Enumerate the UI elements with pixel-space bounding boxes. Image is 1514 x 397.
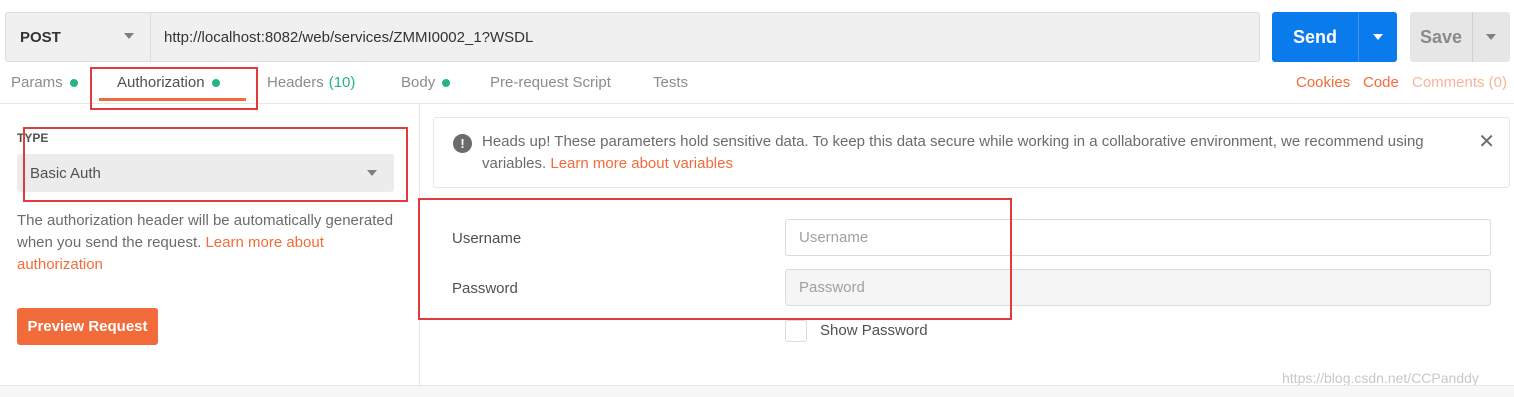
watermark-text: https://blog.csdn.net/CCPanddy — [1282, 370, 1479, 386]
show-password-label: Show Password — [820, 322, 928, 339]
comments-link[interactable]: Comments (0) — [1412, 74, 1507, 91]
tab-label: Body — [401, 74, 436, 91]
tab-label: Params — [11, 74, 63, 91]
tab-tests[interactable]: Tests — [653, 74, 688, 91]
tab-label: Tests — [653, 74, 689, 91]
chevron-down-icon — [1486, 34, 1496, 40]
annotation-box-credentials — [418, 198, 1012, 320]
auth-description: The authorization header will be automat… — [17, 210, 397, 276]
tab-params[interactable]: Params — [11, 74, 78, 91]
method-select[interactable]: POST — [5, 12, 151, 62]
status-dot-icon — [442, 78, 451, 87]
save-button[interactable]: Save — [1410, 12, 1472, 62]
bottom-bar — [0, 385, 1514, 397]
exclamation-icon: ! — [453, 134, 472, 153]
tab-body[interactable]: Body — [401, 74, 451, 91]
chevron-down-icon — [1373, 34, 1383, 40]
sensitive-data-alert: ! Heads up! These parameters hold sensit… — [433, 117, 1510, 188]
url-input[interactable]: http://localhost:8082/web/services/ZMMI0… — [150, 12, 1260, 62]
preview-request-button[interactable]: Preview Request — [17, 308, 158, 345]
annotation-box-auth-type — [23, 127, 408, 202]
cookies-link[interactable]: Cookies — [1296, 74, 1350, 91]
save-dropdown-button[interactable] — [1472, 12, 1510, 62]
send-dropdown-button[interactable] — [1358, 12, 1397, 62]
tab-pre-request-script[interactable]: Pre-request Script — [490, 74, 611, 91]
learn-more-variables-link[interactable]: Learn more about variables — [550, 155, 733, 172]
chevron-down-icon — [124, 33, 134, 39]
tab-label: Pre-request Script — [490, 74, 611, 91]
code-link[interactable]: Code — [1363, 74, 1399, 91]
show-password-checkbox[interactable] — [785, 320, 807, 342]
tab-label: Headers — [267, 74, 324, 91]
postman-request-page: POST http://localhost:8082/web/services/… — [0, 0, 1514, 397]
close-icon[interactable]: ✕ — [1478, 132, 1495, 152]
annotation-box-authorization-tab — [90, 67, 258, 110]
method-value: POST — [20, 28, 61, 46]
send-button[interactable]: Send — [1272, 12, 1358, 62]
tab-headers[interactable]: Headers (10) — [267, 74, 355, 91]
status-dot-icon — [69, 78, 78, 87]
alert-text: Heads up! These parameters hold sensitiv… — [482, 131, 1472, 175]
url-value: http://localhost:8082/web/services/ZMMI0… — [164, 28, 534, 46]
tab-count: (10) — [328, 74, 356, 91]
